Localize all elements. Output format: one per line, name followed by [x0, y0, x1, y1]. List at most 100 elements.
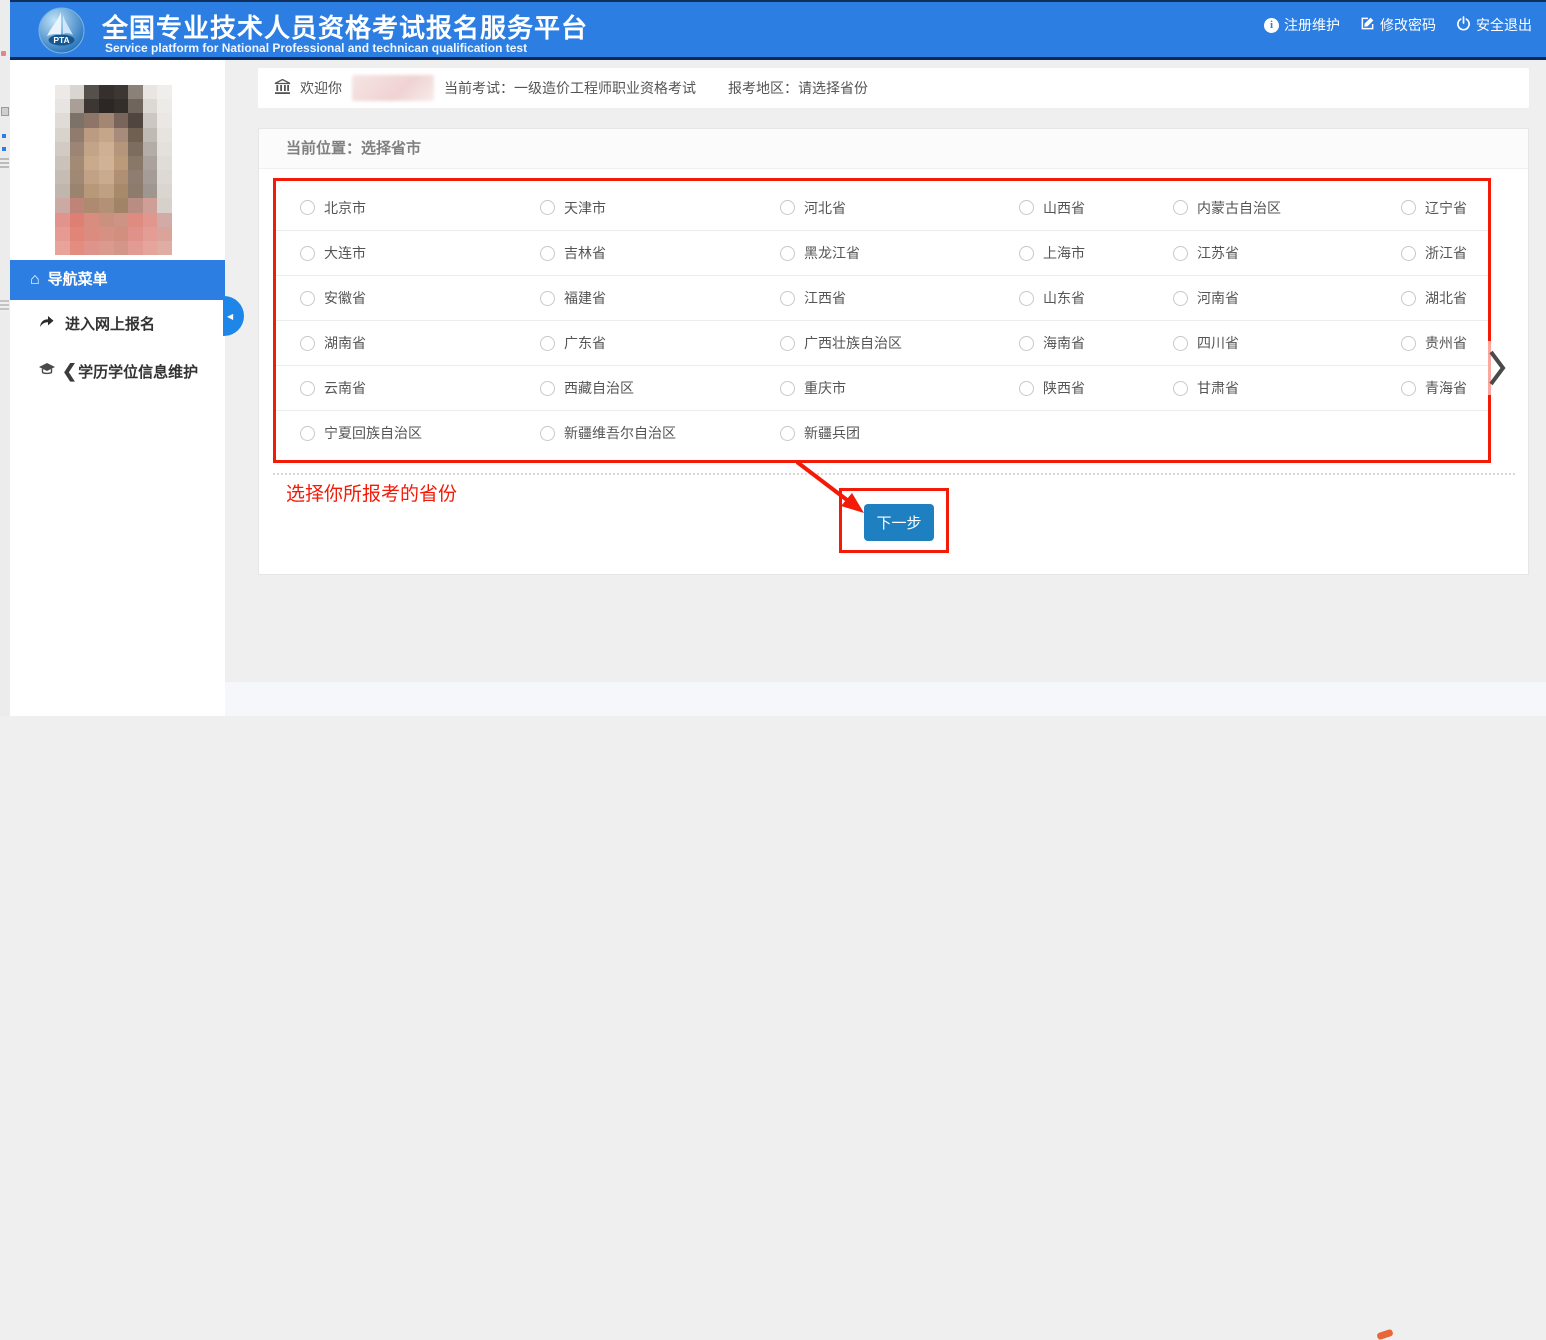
province-option[interactable]: 青海省	[1401, 378, 1488, 398]
radio-icon[interactable]	[540, 246, 555, 261]
province-label: 山西省	[1043, 198, 1085, 218]
radio-icon[interactable]	[1019, 381, 1034, 396]
radio-icon[interactable]	[780, 200, 795, 215]
radio-icon[interactable]	[1401, 200, 1416, 215]
photo-pixel	[84, 156, 99, 170]
stray-chevron-icon: ❮	[62, 361, 77, 382]
province-option[interactable]: 海南省	[1019, 333, 1173, 353]
province-option[interactable]: 江苏省	[1173, 243, 1401, 263]
province-option[interactable]: 浙江省	[1401, 243, 1488, 263]
province-option[interactable]: 黑龙江省	[780, 243, 1019, 263]
radio-icon[interactable]	[300, 426, 315, 441]
photo-pixel	[143, 184, 158, 198]
province-option[interactable]: 湖北省	[1401, 288, 1488, 308]
province-option[interactable]: 四川省	[1173, 333, 1401, 353]
province-option[interactable]: 北京市	[300, 198, 540, 218]
province-option[interactable]: 江西省	[780, 288, 1019, 308]
sidebar-item-education-info[interactable]: ❮ 学历学位信息维护	[10, 358, 225, 384]
photo-pixel	[55, 156, 70, 170]
radio-icon[interactable]	[780, 381, 795, 396]
province-option[interactable]: 河南省	[1173, 288, 1401, 308]
photo-pixel	[128, 213, 143, 227]
province-option[interactable]: 吉林省	[540, 243, 780, 263]
photo-pixel	[99, 85, 114, 99]
photo-pixel	[157, 156, 172, 170]
radio-icon[interactable]	[1401, 336, 1416, 351]
province-option[interactable]: 西藏自治区	[540, 378, 780, 398]
province-option[interactable]: 上海市	[1019, 243, 1173, 263]
province-option[interactable]: 陕西省	[1019, 378, 1173, 398]
radio-icon[interactable]	[780, 336, 795, 351]
province-option[interactable]: 新疆维吾尔自治区	[540, 423, 780, 443]
photo-pixel	[84, 198, 99, 212]
province-option[interactable]: 山东省	[1019, 288, 1173, 308]
radio-icon[interactable]	[1173, 200, 1188, 215]
radio-icon[interactable]	[300, 336, 315, 351]
province-option[interactable]: 辽宁省	[1401, 198, 1488, 218]
radio-icon[interactable]	[300, 246, 315, 261]
photo-pixel	[70, 170, 85, 184]
radio-icon[interactable]	[780, 426, 795, 441]
province-option[interactable]: 大连市	[300, 243, 540, 263]
radio-icon[interactable]	[1173, 291, 1188, 306]
photo-pixel	[114, 113, 129, 127]
radio-icon[interactable]	[540, 200, 555, 215]
radio-icon[interactable]	[1173, 246, 1188, 261]
radio-icon[interactable]	[540, 291, 555, 306]
radio-icon[interactable]	[300, 291, 315, 306]
photo-pixel	[84, 170, 99, 184]
province-option[interactable]: 河北省	[780, 198, 1019, 218]
radio-icon[interactable]	[1401, 381, 1416, 396]
province-option[interactable]: 内蒙古自治区	[1173, 198, 1401, 218]
radio-icon[interactable]	[1019, 200, 1034, 215]
radio-icon[interactable]	[300, 200, 315, 215]
province-label: 广西壮族自治区	[804, 333, 902, 353]
radio-icon[interactable]	[540, 426, 555, 441]
province-label: 天津市	[564, 198, 606, 218]
photo-pixel	[157, 85, 172, 99]
edit-icon	[1360, 16, 1375, 34]
radio-icon[interactable]	[1173, 381, 1188, 396]
register-maintenance-link[interactable]: i 注册维护	[1264, 15, 1340, 35]
province-label: 西藏自治区	[564, 378, 634, 398]
radio-icon[interactable]	[540, 336, 555, 351]
province-option[interactable]: 甘肃省	[1173, 378, 1401, 398]
photo-pixel	[143, 128, 158, 142]
main-content: 欢迎你 当前考试：一级造价工程师职业资格考试 报考地区：请选择省份 当前位置：选…	[225, 60, 1546, 716]
app-header: PTA 全国专业技术人员资格考试报名服务平台 Service platform …	[10, 0, 1546, 60]
radio-icon[interactable]	[1173, 336, 1188, 351]
province-option[interactable]: 重庆市	[780, 378, 1019, 398]
province-option[interactable]: 天津市	[540, 198, 780, 218]
radio-icon[interactable]	[1019, 246, 1034, 261]
province-option[interactable]: 宁夏回族自治区	[300, 423, 540, 443]
province-option[interactable]: 广西壮族自治区	[780, 333, 1019, 353]
radio-icon[interactable]	[300, 381, 315, 396]
next-step-button[interactable]: 下一步	[864, 504, 934, 541]
photo-pixel	[55, 170, 70, 184]
photo-pixel	[70, 128, 85, 142]
change-password-link[interactable]: 修改密码	[1360, 15, 1436, 35]
radio-icon[interactable]	[1401, 246, 1416, 261]
photo-pixel	[114, 142, 129, 156]
province-option[interactable]: 安徽省	[300, 288, 540, 308]
radio-icon[interactable]	[1019, 336, 1034, 351]
province-option[interactable]: 湖南省	[300, 333, 540, 353]
sidebar-item-online-registration[interactable]: 进入网上报名	[10, 310, 225, 336]
photo-pixel	[114, 184, 129, 198]
province-option[interactable]: 山西省	[1019, 198, 1173, 218]
province-label: 河北省	[804, 198, 846, 218]
province-option[interactable]: 贵州省	[1401, 333, 1488, 353]
radio-icon[interactable]	[1019, 291, 1034, 306]
carousel-next-icon[interactable]	[1487, 348, 1507, 388]
radio-icon[interactable]	[780, 246, 795, 261]
radio-icon[interactable]	[780, 291, 795, 306]
province-option[interactable]: 广东省	[540, 333, 780, 353]
radio-icon[interactable]	[1401, 291, 1416, 306]
province-option[interactable]: 云南省	[300, 378, 540, 398]
province-option[interactable]: 新疆兵团	[780, 423, 1019, 443]
logout-link[interactable]: 安全退出	[1456, 15, 1532, 35]
photo-pixel	[99, 156, 114, 170]
province-option[interactable]: 福建省	[540, 288, 780, 308]
radio-icon[interactable]	[540, 381, 555, 396]
province-label: 四川省	[1197, 333, 1239, 353]
